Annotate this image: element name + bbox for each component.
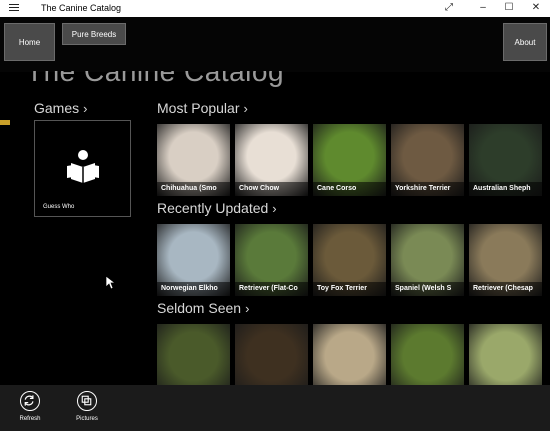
close-button[interactable]: ✕ [526,1,546,15]
breed-name: Yorkshire Terrier [391,182,464,196]
mouse-cursor-icon [106,276,116,290]
breed-tile[interactable] [157,324,230,385]
breed-name: Cane Corso [313,182,386,196]
breed-name: Norwegian Elkho [157,282,230,296]
app-title: The Canine Catalog [41,3,122,13]
chevron-right-icon: › [245,301,250,316]
guess-who-tile[interactable]: Guess Who [34,120,131,217]
breed-tile[interactable]: Chihuahua (Smo [157,124,230,196]
pictures-button[interactable]: Pictures [69,391,105,422]
breed-tile[interactable]: Australian Sheph [469,124,542,196]
breed-tile[interactable]: Spaniel (Welsh S [391,224,464,296]
chevron-right-icon: › [272,201,277,216]
breed-tile[interactable] [313,324,386,385]
about-button[interactable]: About [503,23,547,61]
dog-photo [391,324,464,385]
breed-tile[interactable] [391,324,464,385]
fullscreen-icon[interactable]: ⤢ [439,1,459,15]
breed-name: Chow Chow [235,182,308,196]
nav-bar: Home Pure Breeds About [0,17,550,72]
home-button[interactable]: Home [4,23,55,61]
breed-tile[interactable]: Toy Fox Terrier [313,224,386,296]
breed-name: Retriever (Flat-Co [235,282,308,296]
pictures-label: Pictures [76,416,98,422]
pictures-icon [77,391,97,411]
breed-name: Chihuahua (Smo [157,182,230,196]
refresh-label: Refresh [19,416,41,422]
breed-tile[interactable]: Chow Chow [235,124,308,196]
breed-tile[interactable]: Yorkshire Terrier [391,124,464,196]
breed-name: Retriever (Chesap [469,282,542,296]
breed-tile[interactable]: Retriever (Flat-Co [235,224,308,296]
breed-name: Australian Sheph [469,182,542,196]
most-popular-heading[interactable]: Most Popular › [157,100,248,116]
breed-tile[interactable]: Norwegian Elkho [157,224,230,296]
chevron-right-icon: › [83,101,88,116]
breed-tile[interactable]: Retriever (Chesap [469,224,542,296]
breed-name: Spaniel (Welsh S [391,282,464,296]
refresh-icon [20,391,40,411]
breed-name: Toy Fox Terrier [313,282,386,296]
games-heading[interactable]: Games › [34,100,87,116]
breed-tile[interactable] [469,324,542,385]
minimize-button[interactable]: – [473,1,493,15]
breed-tile[interactable]: Cane Corso [313,124,386,196]
dog-photo [157,324,230,385]
hamburger-icon[interactable] [9,2,19,12]
recently-updated-heading[interactable]: Recently Updated › [157,200,277,216]
accent-marker [0,120,10,125]
guess-who-label: Guess Who [43,204,75,210]
title-bar: The Canine Catalog ⤢ – ☐ ✕ [0,0,550,17]
maximize-button[interactable]: ☐ [499,1,519,15]
recently-updated-title: Recently Updated [157,200,269,216]
pure-breeds-button[interactable]: Pure Breeds [62,23,126,45]
seldom-seen-heading[interactable]: Seldom Seen › [157,300,249,316]
dog-photo [235,324,308,385]
dog-photo [313,324,386,385]
most-popular-title: Most Popular [157,100,240,116]
seldom-seen-title: Seldom Seen [157,300,242,316]
breed-tile[interactable] [235,324,308,385]
games-title: Games [34,100,80,116]
dog-photo [469,324,542,385]
refresh-button[interactable]: Refresh [12,391,48,422]
reader-icon [67,150,99,183]
chevron-right-icon: › [243,101,248,116]
bottom-app-bar: Refresh Pictures [0,385,550,431]
